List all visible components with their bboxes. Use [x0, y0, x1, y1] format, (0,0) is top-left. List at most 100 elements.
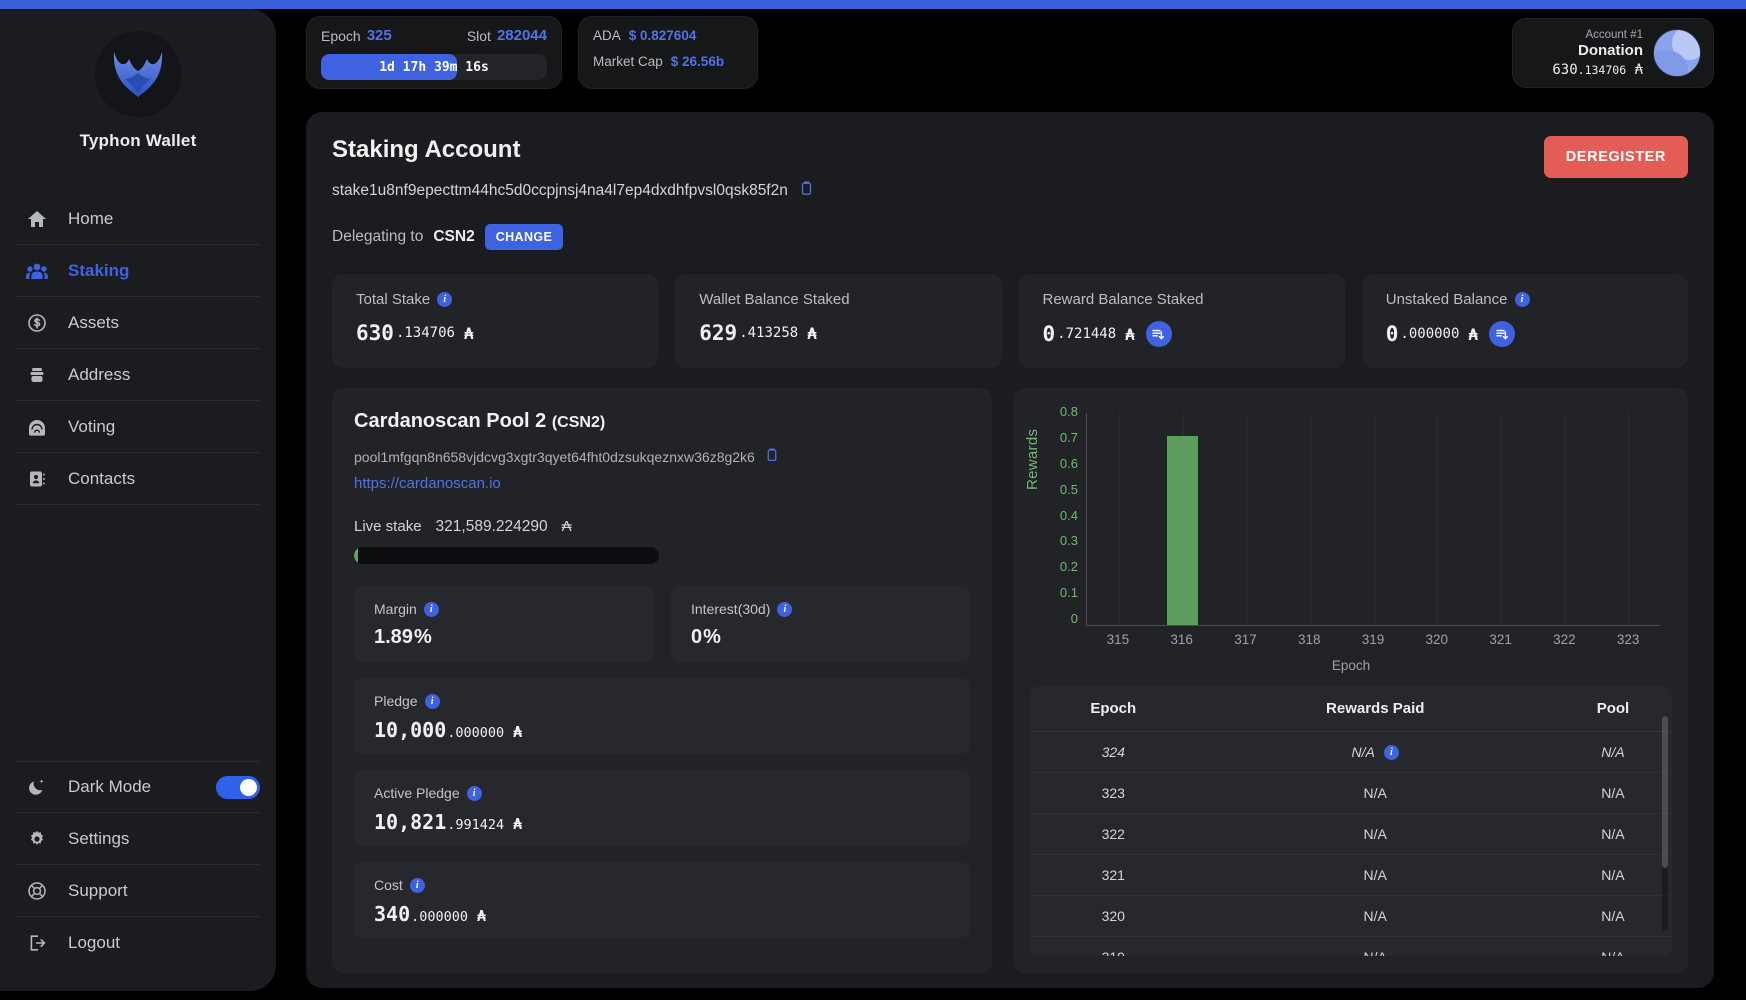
market-cap-row: Market Cap $ 26.56b [593, 54, 743, 69]
balance-card-wallet-balance-staked: Wallet Balance Staked 629.413258 ₳ [675, 274, 1002, 368]
chart-x-tick: 321 [1489, 632, 1512, 647]
sidebar-item-home[interactable]: Home [16, 193, 260, 245]
stat-label-text: Interest(30d) [691, 601, 771, 617]
cell-epoch: 321 [1030, 854, 1197, 896]
table-scrollbar-thumb[interactable] [1662, 716, 1668, 868]
info-icon[interactable]: i [424, 693, 440, 709]
chart-gridline [1118, 413, 1120, 625]
balance-label-text: Reward Balance Staked [1042, 291, 1204, 308]
balance-dec: .000000 [1400, 326, 1460, 342]
balance-label: Unstaked Balance i [1386, 291, 1664, 308]
sidebar-item-label: Logout [68, 933, 120, 952]
withdraw-rewards-button[interactable] [1145, 321, 1172, 347]
ada-symbol-icon: ₳ [807, 323, 817, 343]
slot-value: 282044 [496, 27, 547, 44]
stat-label: Cost i [374, 877, 950, 893]
moon-icon [24, 777, 50, 797]
sidebar-item-staking[interactable]: Staking [16, 245, 260, 297]
info-icon[interactable]: i [423, 601, 439, 617]
chart-y-tick: 0.6 [1059, 455, 1078, 471]
contacts-icon [24, 469, 50, 489]
info-icon[interactable]: i [437, 292, 453, 307]
sidebar-item-dark-mode[interactable]: Dark Mode [16, 761, 260, 813]
copy-stake-address-icon[interactable] [798, 180, 815, 202]
live-stake-value: 321,589.224290 [435, 518, 548, 535]
stat-card-cost: Cost i 340.000000 ₳ [354, 862, 970, 938]
cell-rewards-paid: N/A [1196, 854, 1554, 896]
chart-gridline [1628, 413, 1630, 625]
cell-pool: N/A [1553, 772, 1672, 814]
column-header-pool: Pool [1553, 686, 1672, 732]
pool-website-link[interactable]: https://cardanoscan.io [354, 475, 970, 492]
deregister-button[interactable]: DEREGISTER [1543, 136, 1688, 178]
live-stake-label: Live stake [354, 518, 422, 535]
people-icon [24, 261, 50, 281]
cell-rewards-text: N/A [1351, 744, 1375, 760]
sidebar-item-support[interactable]: Support [16, 865, 260, 917]
nav-bottom-list: Dark Mode Settings Support Logout [0, 761, 276, 991]
sidebar-item-assets[interactable]: Assets [16, 297, 260, 349]
balance-label: Wallet Balance Staked [699, 291, 977, 308]
chart-x-tick: 320 [1425, 632, 1449, 647]
balance-int: 629 [699, 321, 738, 345]
market-cap-label: Market Cap [593, 54, 663, 69]
stat-number: 0 [691, 626, 703, 648]
avatar[interactable] [1653, 29, 1701, 77]
balance-dec: .413258 [739, 325, 799, 341]
withdraw-unstaked-button[interactable] [1489, 321, 1516, 347]
stat-card-interest-30d: Interest(30d) i 0% [671, 586, 970, 662]
info-icon[interactable]: i [466, 785, 482, 801]
pool-name: Cardanoscan Pool 2 [354, 410, 547, 432]
chart-x-axis-label: Epoch [1331, 658, 1371, 673]
account-card[interactable]: Account #1 Donation 630.134706 ₳ [1512, 18, 1714, 88]
epoch-label: Epoch [321, 27, 361, 44]
market-cap-value: $ 26.56b [670, 54, 725, 69]
chart-y-tick: 0.4 [1059, 507, 1078, 523]
change-pool-button[interactable]: CHANGE [484, 224, 564, 250]
typhon-logo-icon [95, 31, 181, 117]
cell-epoch: 319 [1030, 936, 1197, 956]
cell-epoch: 320 [1030, 895, 1197, 937]
pool-ticker: (CSN2) [551, 414, 606, 431]
home-icon [24, 209, 50, 229]
nav-list: Home Staking Assets Address Voting Conta… [0, 193, 276, 505]
chart-y-tick: 0.2 [1059, 559, 1078, 575]
sidebar-item-label: Settings [68, 828, 130, 848]
sidebar-item-contacts[interactable]: Contacts [16, 453, 260, 505]
info-icon[interactable]: i [409, 877, 425, 893]
live-stake-progress-fill [354, 547, 358, 564]
table-row: 323 N/A N/A [1030, 772, 1672, 814]
stat-suffix: % [703, 626, 721, 648]
ada-symbol-icon: ₳ [463, 323, 474, 343]
sidebar-item-address[interactable]: Address [16, 349, 260, 401]
dark-mode-toggle[interactable] [216, 775, 260, 799]
main-panel: Staking Account DEREGISTER stake1u8nf9ep… [306, 112, 1714, 988]
info-icon[interactable]: i [1514, 292, 1530, 307]
stat-suffix: % [413, 626, 432, 648]
sidebar-item-voting[interactable]: Voting [16, 401, 260, 453]
chart-y-tick: 0 [1070, 611, 1078, 626]
balance-int: 0 [1385, 322, 1399, 346]
info-icon[interactable]: i [1383, 744, 1399, 760]
chart-y-tick: 0.5 [1059, 481, 1078, 497]
chart-bar[interactable] [1166, 435, 1198, 625]
copy-pool-id-icon[interactable] [764, 447, 780, 466]
sidebar-item-logout[interactable]: Logout [16, 917, 260, 969]
balance-card-total-stake: Total Stake i 630.134706 ₳ [332, 274, 659, 368]
column-header-epoch: Epoch [1030, 686, 1197, 732]
ada-symbol-icon: ₳ [1468, 324, 1479, 344]
sidebar-item-settings[interactable]: Settings [16, 813, 260, 865]
balance-card-reward-balance-staked: Reward Balance Staked 0.721448 ₳ [1018, 274, 1345, 368]
sidebar-item-label: Address [68, 364, 131, 384]
table-row: 324 N/A i N/A [1030, 731, 1672, 773]
ada-price-card: ADA $ 0.827604 Market Cap $ 26.56b [578, 16, 758, 89]
chart-y-tick: 0.1 [1059, 585, 1078, 601]
pool-title: Cardanoscan Pool 2 (CSN2) [354, 410, 970, 433]
logout-icon [24, 933, 50, 953]
cell-rewards-paid: N/A [1196, 936, 1554, 956]
brand-block: Typhon Wallet [0, 9, 276, 151]
info-icon[interactable]: i [777, 601, 793, 617]
table-row: 322 N/A N/A [1030, 813, 1672, 855]
ada-symbol-icon: ₳ [1125, 324, 1135, 344]
balance-card-unstaked-balance: Unstaked Balance i 0.000000 ₳ [1361, 274, 1688, 368]
